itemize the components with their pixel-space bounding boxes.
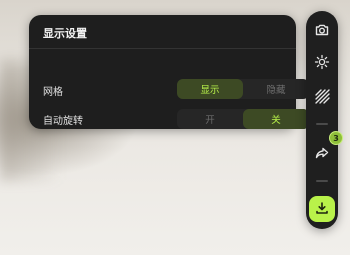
viewport[interactable]: 显示设置 网格 显示 隐藏 自动旋转 开 关 3 bbox=[0, 0, 350, 255]
grid-toggle: 显示 隐藏 bbox=[177, 79, 309, 99]
toolbar-divider bbox=[316, 123, 328, 125]
camera-icon bbox=[314, 22, 330, 38]
grid-show-option[interactable]: 显示 bbox=[177, 79, 243, 99]
panel-title: 显示设置 bbox=[43, 27, 87, 40]
share-badge: 3 bbox=[329, 131, 343, 145]
camera-button[interactable] bbox=[310, 18, 334, 42]
display-settings-panel: 显示设置 网格 显示 隐藏 自动旋转 开 关 bbox=[29, 15, 309, 129]
download-icon bbox=[315, 200, 329, 219]
auto-rotate-on-option[interactable]: 开 bbox=[177, 109, 243, 129]
grid-hide-option[interactable]: 隐藏 bbox=[243, 79, 309, 99]
auto-rotate-toggle: 开 关 bbox=[177, 109, 309, 129]
lighting-button[interactable] bbox=[310, 50, 334, 74]
share-button[interactable] bbox=[310, 141, 334, 165]
share-icon bbox=[314, 145, 330, 161]
toolbar-divider bbox=[316, 180, 328, 182]
auto-rotate-off-option[interactable]: 关 bbox=[243, 109, 309, 129]
sun-icon bbox=[314, 54, 330, 70]
right-toolbar bbox=[306, 11, 338, 229]
download-button[interactable] bbox=[309, 196, 335, 222]
grid-label: 网格 bbox=[43, 87, 63, 98]
auto-rotate-label: 自动旋转 bbox=[43, 116, 83, 127]
texture-button[interactable] bbox=[310, 84, 334, 108]
panel-divider bbox=[29, 48, 296, 49]
hatch-icon bbox=[314, 88, 330, 104]
